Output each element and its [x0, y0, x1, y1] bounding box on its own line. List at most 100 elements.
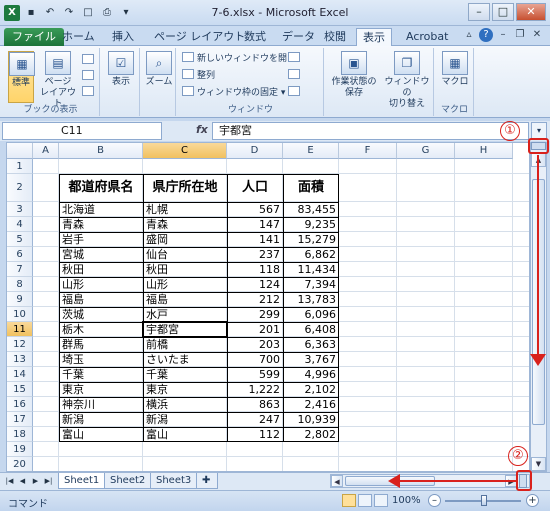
table-cell[interactable]: 6,096 [283, 307, 339, 322]
table-cell[interactable]: 13,783 [283, 292, 339, 307]
table-cell[interactable]: 秋田 [59, 262, 143, 277]
table-cell[interactable]: 9,235 [283, 217, 339, 232]
table-cell[interactable]: 4,996 [283, 367, 339, 382]
tab-acrobat[interactable]: Acrobat [400, 28, 454, 46]
row-header-6[interactable]: 6 [7, 247, 33, 262]
table-cell[interactable]: 水戸 [143, 307, 227, 322]
minimize-button[interactable]: – [468, 3, 490, 21]
row-header-17[interactable]: 17 [7, 412, 33, 427]
formula-input[interactable]: 宇都宮 [212, 122, 529, 140]
switch-windows-button[interactable]: ❐ ウィンドウの 切り替え [382, 51, 432, 110]
table-cell[interactable]: 147 [227, 217, 283, 232]
zoom-in-icon[interactable]: + [526, 494, 539, 507]
row-header-8[interactable]: 8 [7, 277, 33, 292]
table-cell[interactable]: 仙台 [143, 247, 227, 262]
full-screen-button[interactable] [82, 86, 97, 100]
table-cell[interactable]: 141 [227, 232, 283, 247]
table-cell[interactable]: 千葉 [143, 367, 227, 382]
column-header-e[interactable]: E [283, 143, 339, 159]
scroll-down-icon[interactable]: ▼ [531, 457, 546, 471]
zoom-button[interactable]: ⌕ ズーム [144, 51, 174, 88]
table-cell[interactable]: 千葉 [59, 367, 143, 382]
row-header-9[interactable]: 9 [7, 292, 33, 307]
unhide-button[interactable] [288, 86, 303, 100]
table-cell[interactable]: 群馬 [59, 337, 143, 352]
table-cell[interactable]: 新潟 [59, 412, 143, 427]
new-window-button[interactable]: 新しいウィンドウを開く [182, 52, 296, 66]
sheet-tab-3[interactable]: Sheet3 [150, 473, 198, 489]
undo-icon[interactable]: ↶ [42, 5, 58, 21]
table-cell[interactable]: 112 [227, 427, 283, 442]
table-cell[interactable]: 北海道 [59, 202, 143, 217]
table-cell[interactable]: 山形 [59, 277, 143, 292]
zoom-level[interactable]: 100% [392, 495, 421, 506]
table-cell[interactable]: 前橋 [143, 337, 227, 352]
column-header-d[interactable]: D [227, 143, 283, 159]
table-cell[interactable]: 青森 [143, 217, 227, 232]
doc-restore-icon[interactable]: ❐ [513, 28, 527, 42]
column-header-f[interactable]: F [339, 143, 397, 159]
table-cell[interactable]: 299 [227, 307, 283, 322]
zoom-out-icon[interactable]: – [428, 494, 441, 507]
freeze-panes-button[interactable]: ウィンドウ枠の固定 ▾ [182, 86, 285, 100]
hide-button[interactable] [288, 69, 303, 83]
table-cell[interactable]: 599 [227, 367, 283, 382]
active-cell-c11[interactable] [142, 321, 228, 338]
row-header-20[interactable]: 20 [7, 457, 33, 471]
table-cell[interactable]: 1,222 [227, 382, 283, 397]
table-cell[interactable]: 700 [227, 352, 283, 367]
save-icon[interactable]: ▪ [23, 5, 39, 21]
table-cell[interactable]: 6,363 [283, 337, 339, 352]
column-header-g[interactable]: G [397, 143, 455, 159]
normal-view-button[interactable]: ▦ 標準 [8, 51, 35, 103]
close-button[interactable]: ✕ [516, 3, 546, 21]
scroll-left-icon[interactable]: ◀ [331, 475, 343, 487]
select-all-corner[interactable] [7, 143, 33, 159]
table-cell[interactable]: 横浜 [143, 397, 227, 412]
tab-formulas[interactable]: 数式 [238, 28, 272, 46]
table-cell[interactable]: 203 [227, 337, 283, 352]
row-header-13[interactable]: 13 [7, 352, 33, 367]
table-cell[interactable]: 秋田 [143, 262, 227, 277]
table-cell[interactable]: 83,455 [283, 202, 339, 217]
maximize-button[interactable]: □ [492, 3, 514, 21]
tab-home[interactable]: ホーム [56, 28, 101, 46]
table-cell[interactable]: 福島 [59, 292, 143, 307]
table-cell[interactable]: 岩手 [59, 232, 143, 247]
print-preview-icon[interactable]: ⎙ [99, 5, 115, 21]
row-header-15[interactable]: 15 [7, 382, 33, 397]
table-cell[interactable]: 栃木 [59, 322, 143, 337]
row-header-12[interactable]: 12 [7, 337, 33, 352]
table-cell[interactable]: 201 [227, 322, 283, 337]
show-button[interactable]: ☑ 表示 [106, 51, 136, 88]
row-header-11[interactable]: 11 [7, 322, 33, 337]
table-cell[interactable]: 宮城 [59, 247, 143, 262]
column-header-h[interactable]: H [455, 143, 513, 159]
table-cell[interactable]: 札幌 [143, 202, 227, 217]
table-header-population[interactable]: 人口 [227, 174, 283, 202]
column-header-a[interactable]: A [33, 143, 59, 159]
table-cell[interactable]: 福島 [143, 292, 227, 307]
table-cell[interactable]: 茨城 [59, 307, 143, 322]
next-sheet-icon[interactable]: ▶ [30, 476, 41, 487]
table-cell[interactable]: 富山 [143, 427, 227, 442]
arrange-all-button[interactable]: 整列 [182, 69, 215, 83]
table-cell[interactable]: 6,862 [283, 247, 339, 262]
table-cell[interactable]: 15,279 [283, 232, 339, 247]
table-cell[interactable]: 3,767 [283, 352, 339, 367]
sheet-tab-2[interactable]: Sheet2 [104, 473, 152, 489]
insert-function-icon[interactable]: fx [196, 123, 208, 136]
tab-data[interactable]: データ [276, 28, 321, 46]
table-cell[interactable]: 盛岡 [143, 232, 227, 247]
tab-page-layout[interactable]: ページ レイアウト [148, 28, 251, 46]
table-cell[interactable]: 212 [227, 292, 283, 307]
macros-button[interactable]: ▦ マクロ [440, 51, 470, 88]
prev-sheet-icon[interactable]: ◀ [17, 476, 28, 487]
table-header-capital[interactable]: 県庁所在地 [143, 174, 227, 202]
tab-review[interactable]: 校閲 [318, 28, 352, 46]
zoom-slider-knob[interactable] [481, 495, 487, 506]
doc-close-icon[interactable]: ✕ [530, 28, 544, 42]
customize-qat-icon[interactable]: ▾ [118, 5, 134, 21]
row-header-19[interactable]: 19 [7, 442, 33, 457]
table-cell[interactable]: 新潟 [143, 412, 227, 427]
